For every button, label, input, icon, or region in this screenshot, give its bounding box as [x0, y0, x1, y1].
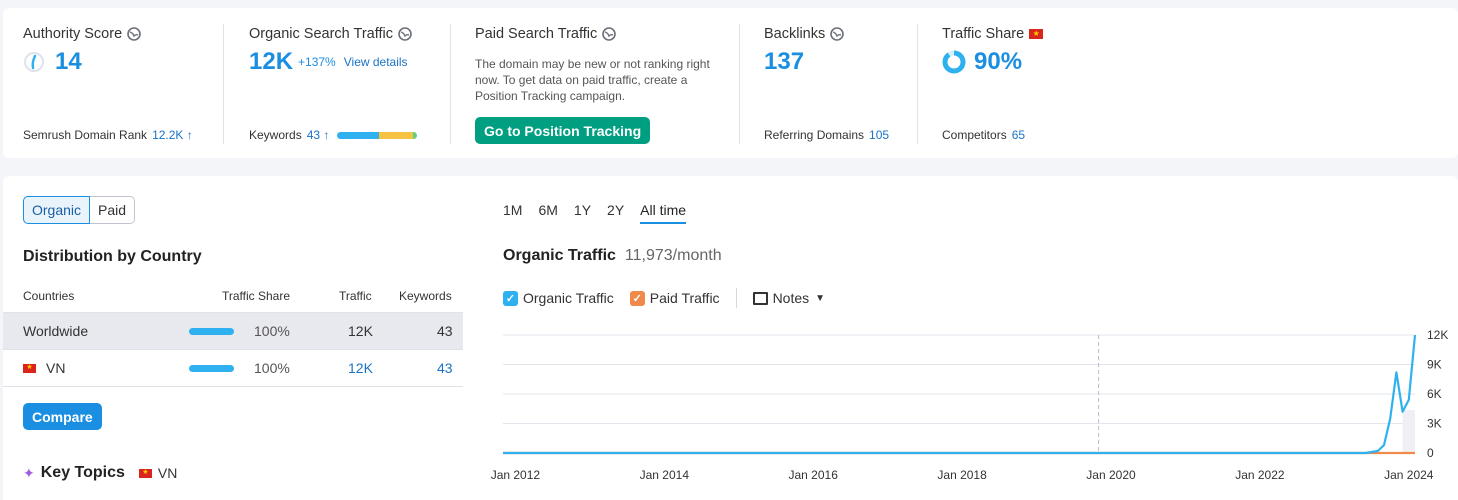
- vietnam-flag-icon: [1029, 26, 1044, 42]
- y-tick-label: 3K: [1427, 417, 1442, 431]
- x-tick-label: Jan 2014: [640, 468, 690, 482]
- backlinks-value[interactable]: 137: [764, 48, 804, 76]
- backlinks-title: Backlinks: [764, 26, 826, 42]
- x-tick-label: Jan 2012: [491, 468, 541, 482]
- organic-traffic-value[interactable]: 12K: [249, 48, 293, 76]
- incomplete-data-shade: [1402, 410, 1415, 453]
- view-details-link[interactable]: View details: [344, 55, 408, 69]
- divider: [450, 24, 451, 144]
- y-tick-label: 9K: [1427, 358, 1442, 372]
- organic-traffic-chart: 12K 9K 6K 3K 0 Jan 2012 Jan 2014 Jan 2016 Jan 20…: [491, 328, 1449, 482]
- main-card: Organic Paid Distribution by Country Cou…: [3, 176, 1458, 500]
- y-tick-label: 6K: [1427, 387, 1442, 401]
- referring-domains-label: Referring Domains: [764, 128, 865, 142]
- position-tracking-button[interactable]: Go to Position Tracking: [475, 117, 651, 144]
- x-tick-label: Jan 2022: [1235, 468, 1285, 482]
- competitors-value[interactable]: 65: [1012, 128, 1025, 142]
- authority-score-title: Authority Score: [23, 26, 123, 42]
- traffic-share-title: Traffic Share: [942, 26, 1025, 42]
- keywords-value[interactable]: 43 ↑: [307, 128, 330, 142]
- referring-domains-value[interactable]: 105: [869, 128, 889, 142]
- divider: [223, 24, 224, 144]
- x-tick-label: Jan 2020: [1086, 468, 1136, 482]
- metrics-card: Authority Score 14 Semrush Domain Rank 1…: [3, 8, 1458, 158]
- divider: [917, 24, 918, 144]
- paid-traffic-description: The domain may be new or not ranking rig…: [475, 57, 710, 103]
- globe-icon[interactable]: [127, 27, 141, 41]
- x-tick-label: Jan 2016: [789, 468, 839, 482]
- y-tick-label: 0: [1427, 446, 1434, 460]
- paid-traffic-title: Paid Search Traffic: [475, 26, 598, 42]
- competitors-label: Competitors: [942, 128, 1007, 142]
- domain-rank-label: Semrush Domain Rank: [23, 128, 148, 142]
- authority-gauge-icon: [24, 52, 44, 72]
- traffic-share-value: 90%: [974, 48, 1023, 75]
- globe-icon[interactable]: [602, 27, 617, 41]
- y-tick-label: 12K: [1427, 328, 1448, 342]
- domain-rank-value[interactable]: 12.2K ↑: [152, 128, 193, 142]
- keywords-label: Keywords: [249, 128, 302, 142]
- x-tick-label: Jan 2018: [937, 468, 987, 482]
- divider: [739, 24, 740, 144]
- traffic-share-donut-icon: [942, 50, 966, 74]
- x-tick-label: Jan 2024: [1384, 468, 1434, 482]
- globe-icon[interactable]: [830, 27, 845, 41]
- organic-growth: +137%: [298, 55, 336, 69]
- keywords-distribution-bar: [337, 131, 418, 139]
- organic-traffic-title: Organic Search Traffic: [249, 26, 393, 42]
- globe-icon[interactable]: [398, 27, 412, 41]
- authority-score-value: 14: [55, 48, 82, 75]
